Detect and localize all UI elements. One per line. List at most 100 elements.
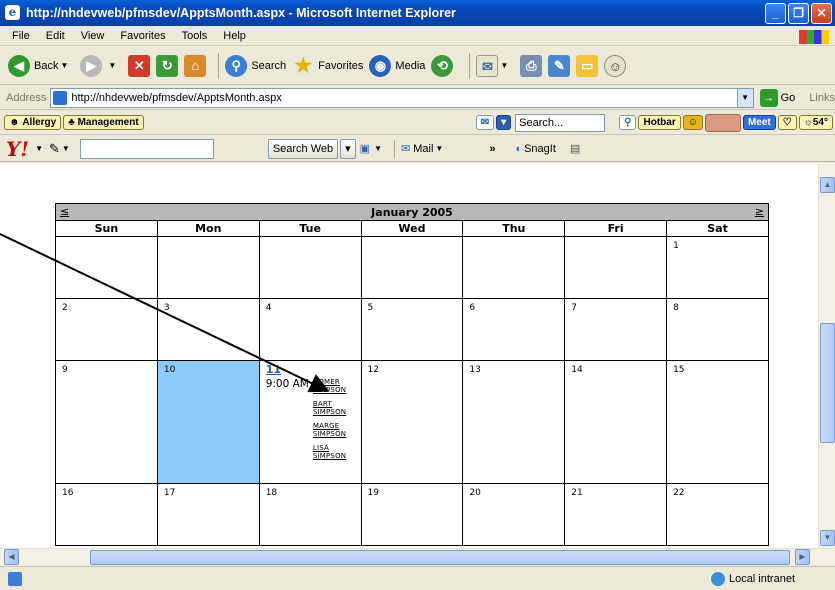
day-cell[interactable] (462, 236, 566, 299)
minimize-button[interactable]: _ (765, 3, 786, 24)
horizontal-scroll-thumb[interactable] (90, 550, 790, 565)
back-button[interactable]: ◀ Back ▼ (8, 54, 74, 77)
menu-edit[interactable]: Edit (38, 30, 73, 42)
day-cell[interactable]: 6 (462, 298, 566, 361)
vertical-scroll-thumb[interactable] (820, 323, 835, 443)
history-button[interactable]: ⟲ (431, 54, 457, 77)
day-cell[interactable] (156, 236, 260, 299)
more-chevron-icon[interactable]: » (489, 143, 495, 155)
day-cell[interactable]: 18 (258, 483, 362, 546)
status-bar: Local intranet (0, 566, 835, 590)
capture-icon[interactable]: ▤ (570, 142, 580, 155)
patient-link-marge[interactable]: MARGE SIMPSON (313, 422, 346, 438)
addon-mail-icon[interactable]: ✉ (475, 115, 495, 130)
day-link[interactable]: 11 (266, 363, 355, 376)
hotbar-button[interactable]: Hotbar (638, 115, 681, 130)
heart-icon[interactable]: ♡ (777, 115, 797, 130)
search-web-dropdown-icon[interactable]: ▾ (340, 138, 356, 159)
menu-tools[interactable]: Tools (174, 30, 216, 42)
restore-button[interactable]: ❐ (788, 3, 809, 24)
day-cell[interactable]: 21 (564, 483, 668, 546)
yahoo-logo[interactable]: Y! (6, 137, 29, 161)
management-button[interactable]: ♣ Management (63, 115, 144, 130)
day-cell[interactable]: 16 (55, 483, 158, 546)
discuss-button[interactable]: ▭ (576, 54, 599, 77)
day-cell[interactable] (360, 236, 464, 299)
search-button[interactable]: ⚲ Search (225, 54, 286, 77)
forward-dropdown-icon[interactable]: ▼ (108, 61, 116, 70)
addon-search-input[interactable]: Search... (515, 113, 606, 132)
smiley-icon[interactable]: ☺ (682, 115, 703, 130)
day-cell[interactable] (55, 236, 158, 299)
horizontal-scrollbar[interactable]: ◀ ▶ (0, 548, 835, 565)
appointment-day-cell[interactable]: 11 9:00 AM HOMER SIMPSON BART SIMPSON MARG… (258, 360, 362, 484)
stop-button[interactable]: ✕ (128, 54, 151, 77)
weather-button[interactable]: ☼ 54° (798, 115, 833, 130)
day-cell[interactable]: 3 (156, 298, 260, 361)
go-button[interactable]: → Go (759, 88, 795, 107)
addon-search-icon[interactable]: ⚲ (619, 115, 637, 130)
day-cell[interactable]: 1 (666, 236, 769, 299)
mail-dropdown-icon[interactable]: ▼ (500, 61, 508, 70)
scroll-up-icon[interactable]: ▲ (820, 177, 835, 193)
yahoo-dropdown-icon[interactable]: ▼ (35, 144, 43, 153)
day-cell[interactable]: 4 (258, 298, 362, 361)
addon-dropdown-icon[interactable]: ▾ (496, 115, 512, 130)
favorites-button[interactable]: ★ Favorites (292, 55, 363, 77)
mail-button[interactable]: ✉ ▼ (476, 54, 514, 77)
forward-button[interactable]: ▶ ▼ (80, 54, 122, 77)
patient-link-bart[interactable]: BART SIMPSON (313, 400, 346, 416)
patient-link-homer[interactable]: HOMER SIMPSON (313, 378, 346, 394)
menu-favorites[interactable]: Favorites (112, 30, 173, 42)
back-dropdown-icon[interactable]: ▼ (60, 61, 68, 70)
day-cell[interactable] (564, 236, 668, 299)
address-dropdown-icon[interactable]: ▼ (736, 88, 753, 107)
highlight-icon[interactable]: ▣ (360, 142, 370, 155)
day-cell[interactable]: 8 (666, 298, 769, 361)
scroll-left-icon[interactable]: ◀ (4, 549, 19, 565)
scroll-down-icon[interactable]: ▼ (820, 530, 835, 546)
allergy-button[interactable]: ☻ Allergy (4, 115, 62, 130)
search-web-button[interactable]: Search Web (267, 138, 339, 159)
day-cell[interactable]: 5 (360, 298, 464, 361)
close-button[interactable]: ✕ (811, 3, 832, 24)
day-cell[interactable]: 19 (360, 483, 464, 546)
day-cell[interactable]: 12 (360, 360, 464, 484)
messenger-button[interactable]: ☺ (604, 54, 630, 77)
edit-button[interactable]: ✎ (548, 54, 571, 77)
day-cell[interactable]: 14 (564, 360, 668, 484)
home-button[interactable]: ⌂ (184, 54, 207, 77)
prev-month-link[interactable]: ≤ (60, 205, 69, 218)
pencil-dropdown-icon[interactable]: ▼ (62, 144, 70, 153)
day-cell[interactable]: 7 (564, 298, 668, 361)
yahoo-search-input[interactable] (79, 138, 214, 159)
menu-help[interactable]: Help (215, 30, 254, 42)
highlight-dropdown-icon[interactable]: ▼ (374, 144, 382, 153)
day-cell[interactable]: 22 (666, 483, 769, 546)
meet-button[interactable]: Meet (742, 115, 776, 130)
day-cell[interactable] (258, 236, 362, 299)
next-month-link[interactable]: ≥ (755, 205, 764, 218)
yahoo-mail-button[interactable]: Mail (413, 143, 433, 155)
menu-view[interactable]: View (73, 30, 113, 42)
refresh-button[interactable]: ↻ (156, 54, 179, 77)
selected-day-cell[interactable]: 10 (156, 360, 260, 484)
mail-dropdown-icon[interactable]: ▼ (435, 144, 443, 153)
links-button[interactable]: Links (809, 92, 835, 104)
day-cell[interactable]: 13 (462, 360, 566, 484)
patient-first: MARGE (312, 422, 340, 430)
media-button[interactable]: ◉ Media (369, 54, 425, 77)
scroll-right-icon[interactable]: ▶ (795, 549, 810, 565)
day-cell[interactable]: 20 (462, 483, 566, 546)
print-button[interactable]: ⎙ (520, 54, 543, 77)
day-cell[interactable]: 9 (55, 360, 158, 484)
patient-link-lisa[interactable]: LISA SIMPSON (313, 444, 346, 460)
snagit-button[interactable]: SnagIt (524, 143, 556, 155)
day-cell[interactable]: 2 (55, 298, 158, 361)
day-cell[interactable]: 17 (156, 483, 260, 546)
menu-file[interactable]: File (4, 30, 38, 42)
vertical-scrollbar[interactable]: ▲ ▼ (818, 163, 835, 548)
pencil-icon[interactable]: ✎ (49, 141, 60, 157)
day-cell[interactable]: 15 (666, 360, 769, 484)
address-input[interactable]: http://nhdevweb/pfmsdev/ApptsMonth.aspx … (50, 87, 754, 108)
